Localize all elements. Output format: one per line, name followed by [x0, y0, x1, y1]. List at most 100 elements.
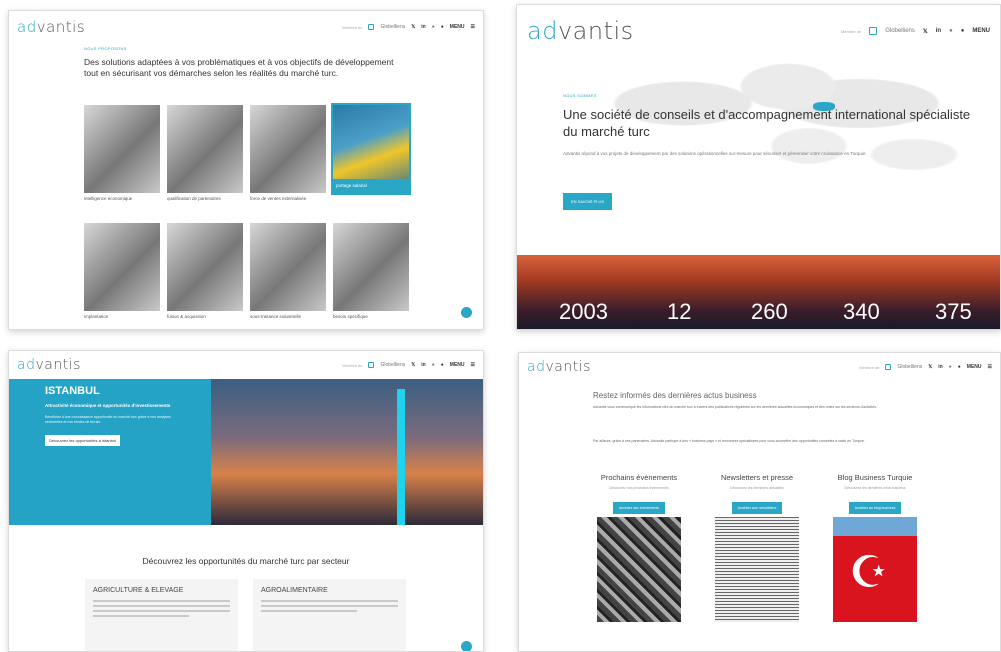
stat-value: 2003: [559, 299, 608, 324]
service-tile[interactable]: intelligence économique: [84, 105, 160, 217]
service-tile[interactable]: force de ventes externalisée: [250, 105, 326, 217]
partner-name[interactable]: Globelliens: [897, 364, 922, 370]
menu-label[interactable]: MENU: [967, 364, 982, 370]
menu-label[interactable]: MENU: [450, 24, 465, 30]
linkedin-icon[interactable]: in: [936, 28, 941, 34]
section-kicker: NOUS SOMMES: [563, 93, 597, 98]
partner-label: Membre de: [859, 364, 880, 370]
menu-label[interactable]: MENU: [450, 362, 465, 368]
stats-band: 2003 12 260 340 375: [517, 255, 1000, 329]
partner-label: Membre de: [342, 362, 363, 368]
partner-name[interactable]: Globelliens: [380, 24, 405, 30]
turkish-flag-photo: ☪: [833, 517, 917, 622]
partner-name[interactable]: Globelliens: [380, 362, 405, 368]
tr-flag-icon[interactable]: ●: [949, 364, 952, 370]
sector-card[interactable]: AGROALIMENTAIRE: [253, 579, 406, 651]
newspapers-photo: [715, 517, 799, 622]
service-tile[interactable]: qualification de partenaires: [167, 105, 243, 217]
twitter-icon[interactable]: 𝕏: [928, 364, 932, 370]
sector-card[interactable]: AGRICULTURE & ELEVAGE: [85, 579, 238, 651]
bridge-pillar: [397, 389, 405, 525]
tile-image: [167, 105, 243, 193]
fr-flag-icon[interactable]: ●: [441, 362, 444, 368]
page-title: Une société de conseils et d'accompagnem…: [563, 107, 971, 139]
service-tile[interactable]: fusion & acquisition: [167, 223, 243, 329]
events-photo: [597, 517, 681, 622]
service-tile[interactable]: implantation: [84, 223, 160, 329]
sectors-heading: Découvrez les opportunités du marché tur…: [142, 556, 350, 566]
hamburger-icon[interactable]: ☰: [988, 364, 992, 370]
logo[interactable]: advantis: [527, 17, 634, 45]
istanbul-cta-button[interactable]: Découvrez les opportunités à Istanbul: [45, 435, 120, 447]
events-column: Prochains évènements Découvrez nos proch…: [589, 473, 689, 622]
twitter-icon[interactable]: 𝕏: [411, 362, 415, 368]
events-button[interactable]: Accédez aux évènements: [612, 502, 666, 514]
header: advantis Membre de Globelliens 𝕏 in ● ● …: [9, 351, 483, 379]
column-subtitle: Découvrez nos prochains évènements: [609, 486, 669, 490]
stat-value: 260: [751, 299, 788, 324]
hero-text: Bénéficiez d'une connaissance approfondi…: [45, 414, 171, 425]
tile-image: [84, 105, 160, 193]
fr-flag-icon[interactable]: ●: [958, 364, 961, 370]
logo[interactable]: advantis: [17, 18, 85, 36]
partner-name[interactable]: Globelliens: [885, 28, 915, 34]
hero-subtitle: Attractivité économique et opportunités …: [45, 403, 171, 408]
blog-button[interactable]: Accédez au blog business: [848, 502, 902, 514]
crescent-star-icon: ☪: [849, 548, 889, 597]
screenshot-news: advantis Membre de Globelliens 𝕏 in ● ● …: [518, 352, 1001, 652]
newsletters-button[interactable]: Accédez aux newsletters: [731, 502, 783, 514]
service-tile[interactable]: besoin spécifique: [333, 223, 409, 329]
bridge-photo: [211, 379, 483, 525]
screenshot-services: advantis Membre de Globelliens 𝕏 in ● ● …: [8, 10, 484, 330]
column-subtitle: Découvrez les dernières infos business: [844, 486, 906, 490]
page-title: Restez informés des dernières actus busi…: [593, 391, 757, 400]
partner-label: Membre de: [342, 24, 363, 30]
twitter-icon[interactable]: 𝕏: [923, 28, 928, 35]
screenshot-about: advantis Membre de Globelliens 𝕏 in ● ● …: [516, 4, 1001, 330]
scroll-top-button[interactable]: [461, 307, 472, 318]
city-title: ISTANBUL: [45, 385, 100, 397]
menu-label[interactable]: MENU: [972, 28, 990, 34]
partner-label: Membre de: [840, 28, 862, 34]
tile-image: [167, 223, 243, 311]
service-tile[interactable]: sous-traitance industrielle: [250, 223, 326, 329]
scroll-top-button[interactable]: [461, 641, 472, 651]
tile-image: [84, 223, 160, 311]
fr-flag-icon[interactable]: ●: [961, 28, 965, 34]
intro-text: Advantis répond à vos projets de dévelop…: [563, 151, 867, 156]
header: advantis Membre de Globelliens 𝕏 in ● ● …: [519, 353, 1000, 381]
linkedin-icon[interactable]: in: [421, 362, 425, 368]
tile-image: [333, 223, 409, 311]
logo[interactable]: advantis: [17, 357, 81, 373]
section-lead: Des solutions adaptées à vos problématiq…: [84, 57, 394, 78]
tr-flag-icon[interactable]: ●: [949, 28, 953, 34]
tile-image: [250, 223, 326, 311]
hamburger-icon[interactable]: ☰: [471, 24, 475, 30]
linkedin-icon[interactable]: in: [938, 364, 942, 370]
services-grid: intelligence économique qualification de…: [84, 103, 411, 329]
learn-more-button[interactable]: EN SAVOIR PLUS: [563, 193, 613, 210]
section-kicker: NOUS PROPOSONS: [84, 46, 127, 51]
globe-icon: [368, 24, 375, 30]
screenshot-istanbul: advantis Membre de Globelliens 𝕏 in ● ● …: [8, 350, 484, 652]
stat-value: 375: [935, 299, 972, 324]
linkedin-icon[interactable]: in: [421, 24, 425, 30]
fr-flag-icon[interactable]: ●: [441, 24, 444, 30]
tr-flag-icon[interactable]: ●: [432, 362, 435, 368]
intro-text: Advantis vous communique les information…: [593, 405, 877, 409]
header: advantis Membre de Globelliens 𝕏 in ● ● …: [517, 5, 1000, 57]
intro-text-2: Par ailleurs, grâce à ses partenaires, A…: [593, 439, 865, 443]
hamburger-icon[interactable]: ☰: [471, 362, 475, 368]
twitter-icon[interactable]: 𝕏: [411, 24, 415, 30]
newsletters-column: Newsletters et presse Découvrez les dern…: [707, 473, 807, 622]
service-tile-active[interactable]: portage salarial: [331, 103, 411, 217]
globe-icon: [869, 27, 878, 35]
stat-value: 12: [667, 299, 692, 324]
column-title: Blog Business Turquie: [837, 473, 913, 482]
stat-value: 340: [843, 299, 880, 324]
tr-flag-icon[interactable]: ●: [432, 24, 435, 30]
column-subtitle: Découvrez les dernières actualités: [730, 486, 784, 490]
globe-icon: [885, 364, 892, 370]
column-title: Newsletters et presse: [720, 473, 794, 482]
logo[interactable]: advantis: [527, 359, 591, 375]
